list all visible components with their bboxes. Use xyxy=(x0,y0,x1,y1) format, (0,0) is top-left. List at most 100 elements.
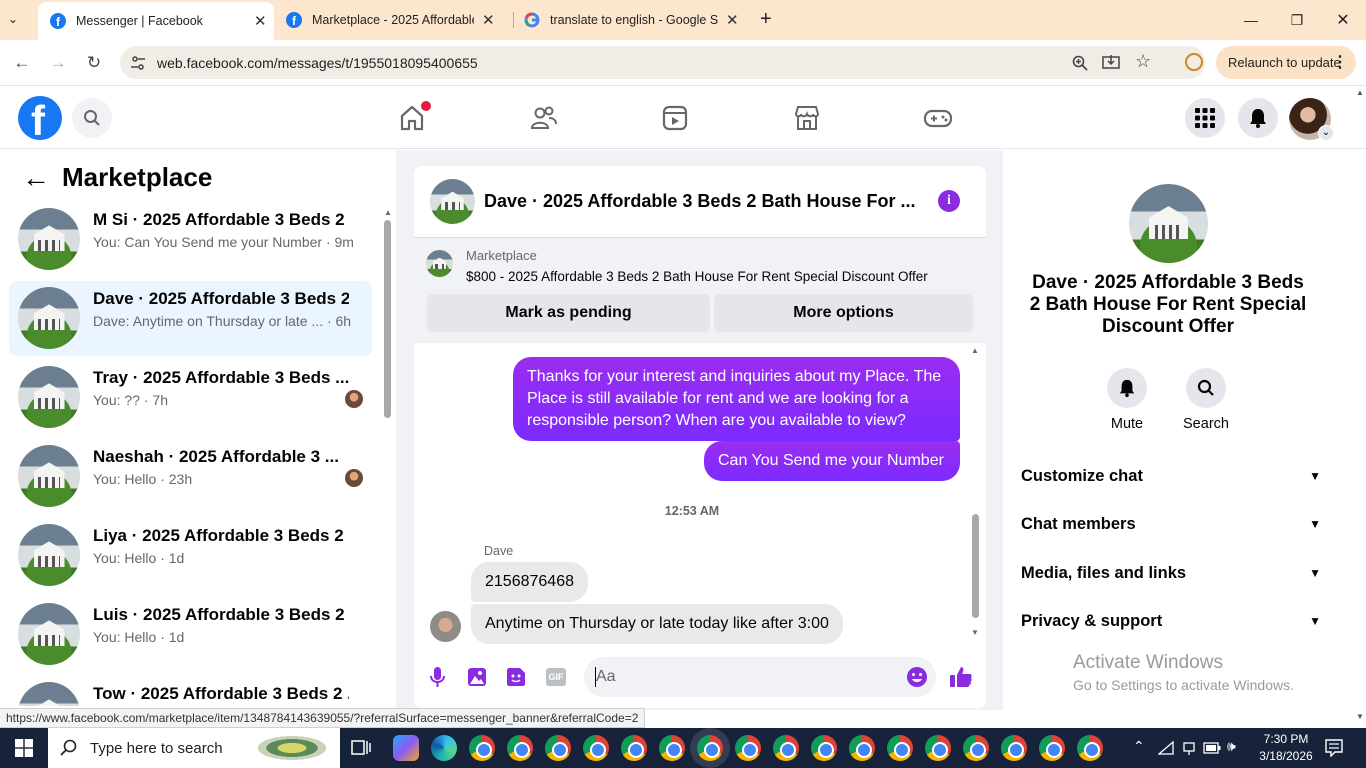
conversation-item[interactable]: M Si · 2025 Affordable 3 Beds 2 ... You: … xyxy=(9,202,372,277)
info-button[interactable]: i xyxy=(938,190,960,212)
section-media-files-links[interactable]: Media, files and links ▼ xyxy=(1021,558,1321,588)
search-in-chat-button[interactable]: Search xyxy=(1179,368,1233,432)
chrome-taskbar-icon[interactable] xyxy=(1077,735,1103,761)
listing-thumbnail-small[interactable] xyxy=(426,250,453,277)
chat-header-title[interactable]: Dave · 2025 Affordable 3 Beds 2 Bath Hou… xyxy=(484,191,915,212)
restore-icon[interactable]: ❐ xyxy=(1274,0,1320,40)
wifi-icon[interactable] xyxy=(1158,740,1174,756)
taskbar-search[interactable]: Type here to search xyxy=(48,728,340,768)
chrome-taskbar-icon[interactable] xyxy=(545,735,571,761)
relaunch-button[interactable]: Relaunch to update ⋮ xyxy=(1216,46,1356,79)
forward-icon[interactable]: → xyxy=(43,48,73,78)
close-icon[interactable]: ✕ xyxy=(726,11,739,29)
chrome-taskbar-icon[interactable] xyxy=(507,735,533,761)
more-options-button[interactable]: More options xyxy=(714,294,973,332)
clock-date[interactable]: 3/18/2026 xyxy=(1256,749,1316,763)
section-privacy-support[interactable]: Privacy & support ▼ xyxy=(1021,606,1321,636)
conversation-item[interactable]: Luis · 2025 Affordable 3 Beds 2 ... You: … xyxy=(9,597,372,672)
chrome-taskbar-icon[interactable] xyxy=(963,735,989,761)
nav-gaming[interactable] xyxy=(923,103,953,133)
chrome-taskbar-icon[interactable] xyxy=(697,735,723,761)
chrome-taskbar-icon[interactable] xyxy=(469,735,495,761)
page-scrollbar[interactable]: ▲ ▼ xyxy=(1354,88,1366,726)
new-tab-icon[interactable]: + xyxy=(760,8,772,31)
volume-icon[interactable]: 🕪 xyxy=(1227,738,1236,755)
back-icon[interactable]: ← xyxy=(7,48,37,78)
nav-home[interactable] xyxy=(397,101,431,133)
chrome-taskbar-icon[interactable] xyxy=(887,735,913,761)
tab-google[interactable]: translate to english - Google Se ✕ xyxy=(514,0,748,40)
sender-avatar[interactable] xyxy=(430,611,461,642)
sidebar-scrollbar[interactable]: ▲ xyxy=(383,208,392,706)
tab-messenger[interactable]: f Messenger | Facebook ✕ xyxy=(38,2,274,40)
network-icon[interactable] xyxy=(1182,740,1196,756)
message-incoming[interactable]: 2156876468 xyxy=(471,562,588,602)
message-outgoing[interactable]: Can You Send me your Number xyxy=(704,441,960,481)
notifications-button[interactable] xyxy=(1238,98,1278,138)
notification-center-icon[interactable] xyxy=(1325,739,1343,757)
chrome-taskbar-icon[interactable] xyxy=(583,735,609,761)
conversation-item[interactable]: Naeshah · 2025 Affordable 3 ... You: Hell… xyxy=(9,439,372,514)
chrome-taskbar-icon[interactable] xyxy=(849,735,875,761)
facebook-logo[interactable]: f xyxy=(18,96,62,140)
chrome-taskbar-icon[interactable] xyxy=(1001,735,1027,761)
message-input[interactable]: Aa xyxy=(584,657,936,697)
install-app-icon[interactable] xyxy=(1102,54,1120,72)
conversation-item[interactable]: Tray · 2025 Affordable 3 Beds ... You: ??… xyxy=(9,360,372,435)
chrome-taskbar-icon[interactable] xyxy=(621,735,647,761)
show-hidden-icons[interactable]: ⌃ xyxy=(1133,738,1145,755)
menu-dots-icon[interactable]: ⋮ xyxy=(1332,52,1348,72)
nav-marketplace[interactable] xyxy=(792,103,822,133)
chrome-taskbar-icon[interactable] xyxy=(659,735,685,761)
close-icon[interactable]: ✕ xyxy=(482,11,495,29)
mark-pending-button[interactable]: Mark as pending xyxy=(427,294,710,332)
reload-icon[interactable]: ↻ xyxy=(79,48,109,78)
photo-icon[interactable] xyxy=(467,667,487,687)
windows-start-icon[interactable] xyxy=(15,739,33,757)
conversation-item[interactable]: Tow · 2025 Affordable 3 Beds 2 ... xyxy=(9,676,372,706)
back-arrow-icon[interactable]: ← xyxy=(22,163,50,193)
copilot-icon[interactable] xyxy=(393,735,419,761)
emoji-icon[interactable] xyxy=(906,666,928,688)
bookmark-star-icon[interactable]: ☆ xyxy=(1135,51,1151,72)
conversation-item[interactable]: Dave · 2025 Affordable 3 Beds 2 ... Dave:… xyxy=(9,281,372,356)
chevron-down-icon[interactable]: ⌄ xyxy=(1318,125,1334,141)
minimize-icon[interactable]: — xyxy=(1228,0,1274,40)
chrome-taskbar-icon[interactable] xyxy=(925,735,951,761)
chrome-taskbar-icon[interactable] xyxy=(773,735,799,761)
details-avatar[interactable] xyxy=(1129,184,1208,263)
battery-icon[interactable] xyxy=(1203,742,1221,754)
listing-thumbnail[interactable] xyxy=(430,179,475,224)
section-chat-members[interactable]: Chat members ▼ xyxy=(1021,509,1321,539)
chrome-taskbar-icon[interactable] xyxy=(811,735,837,761)
mute-button[interactable]: Mute xyxy=(1101,368,1153,432)
message-outgoing[interactable]: Thanks for your interest and inquiries a… xyxy=(513,357,960,441)
menu-button[interactable] xyxy=(1185,98,1225,138)
chat-scrollbar[interactable]: ▲ ▼ xyxy=(970,346,980,640)
tab-marketplace[interactable]: f Marketplace - 2025 Affordable ✕ xyxy=(276,0,510,40)
site-info-icon[interactable] xyxy=(130,55,146,71)
chrome-taskbar-icon[interactable] xyxy=(1039,735,1065,761)
nav-video[interactable] xyxy=(660,103,690,133)
message-incoming[interactable]: Anytime on Thursday or late today like a… xyxy=(471,604,843,644)
section-customize-chat[interactable]: Customize chat ▼ xyxy=(1021,461,1321,491)
gif-icon[interactable]: GIF xyxy=(546,668,566,686)
microphone-icon[interactable] xyxy=(429,666,446,688)
conversation-item[interactable]: Liya · 2025 Affordable 3 Beds 2 ... You: … xyxy=(9,518,372,593)
tab-search-button[interactable]: ⌄ xyxy=(8,12,18,26)
clock-time[interactable]: 7:30 PM xyxy=(1256,732,1316,746)
close-icon[interactable]: ✕ xyxy=(254,12,267,30)
nav-friends[interactable] xyxy=(529,103,559,133)
thumbs-up-icon[interactable] xyxy=(949,665,973,689)
url-text[interactable]: web.facebook.com/messages/t/195501809540… xyxy=(157,55,478,71)
listing-title[interactable]: $800 - 2025 Affordable 3 Beds 2 Bath Hou… xyxy=(466,269,928,284)
address-bar[interactable]: web.facebook.com/messages/t/195501809540… xyxy=(120,46,1205,79)
task-view-icon[interactable] xyxy=(351,739,371,757)
zoom-icon[interactable] xyxy=(1072,55,1088,71)
search-button[interactable] xyxy=(72,98,112,138)
window-close-icon[interactable]: ✕ xyxy=(1320,0,1366,40)
profile-icon[interactable] xyxy=(1185,53,1203,71)
edge-icon[interactable] xyxy=(431,735,457,761)
chrome-taskbar-icon[interactable] xyxy=(735,735,761,761)
sticker-icon[interactable] xyxy=(506,667,526,687)
